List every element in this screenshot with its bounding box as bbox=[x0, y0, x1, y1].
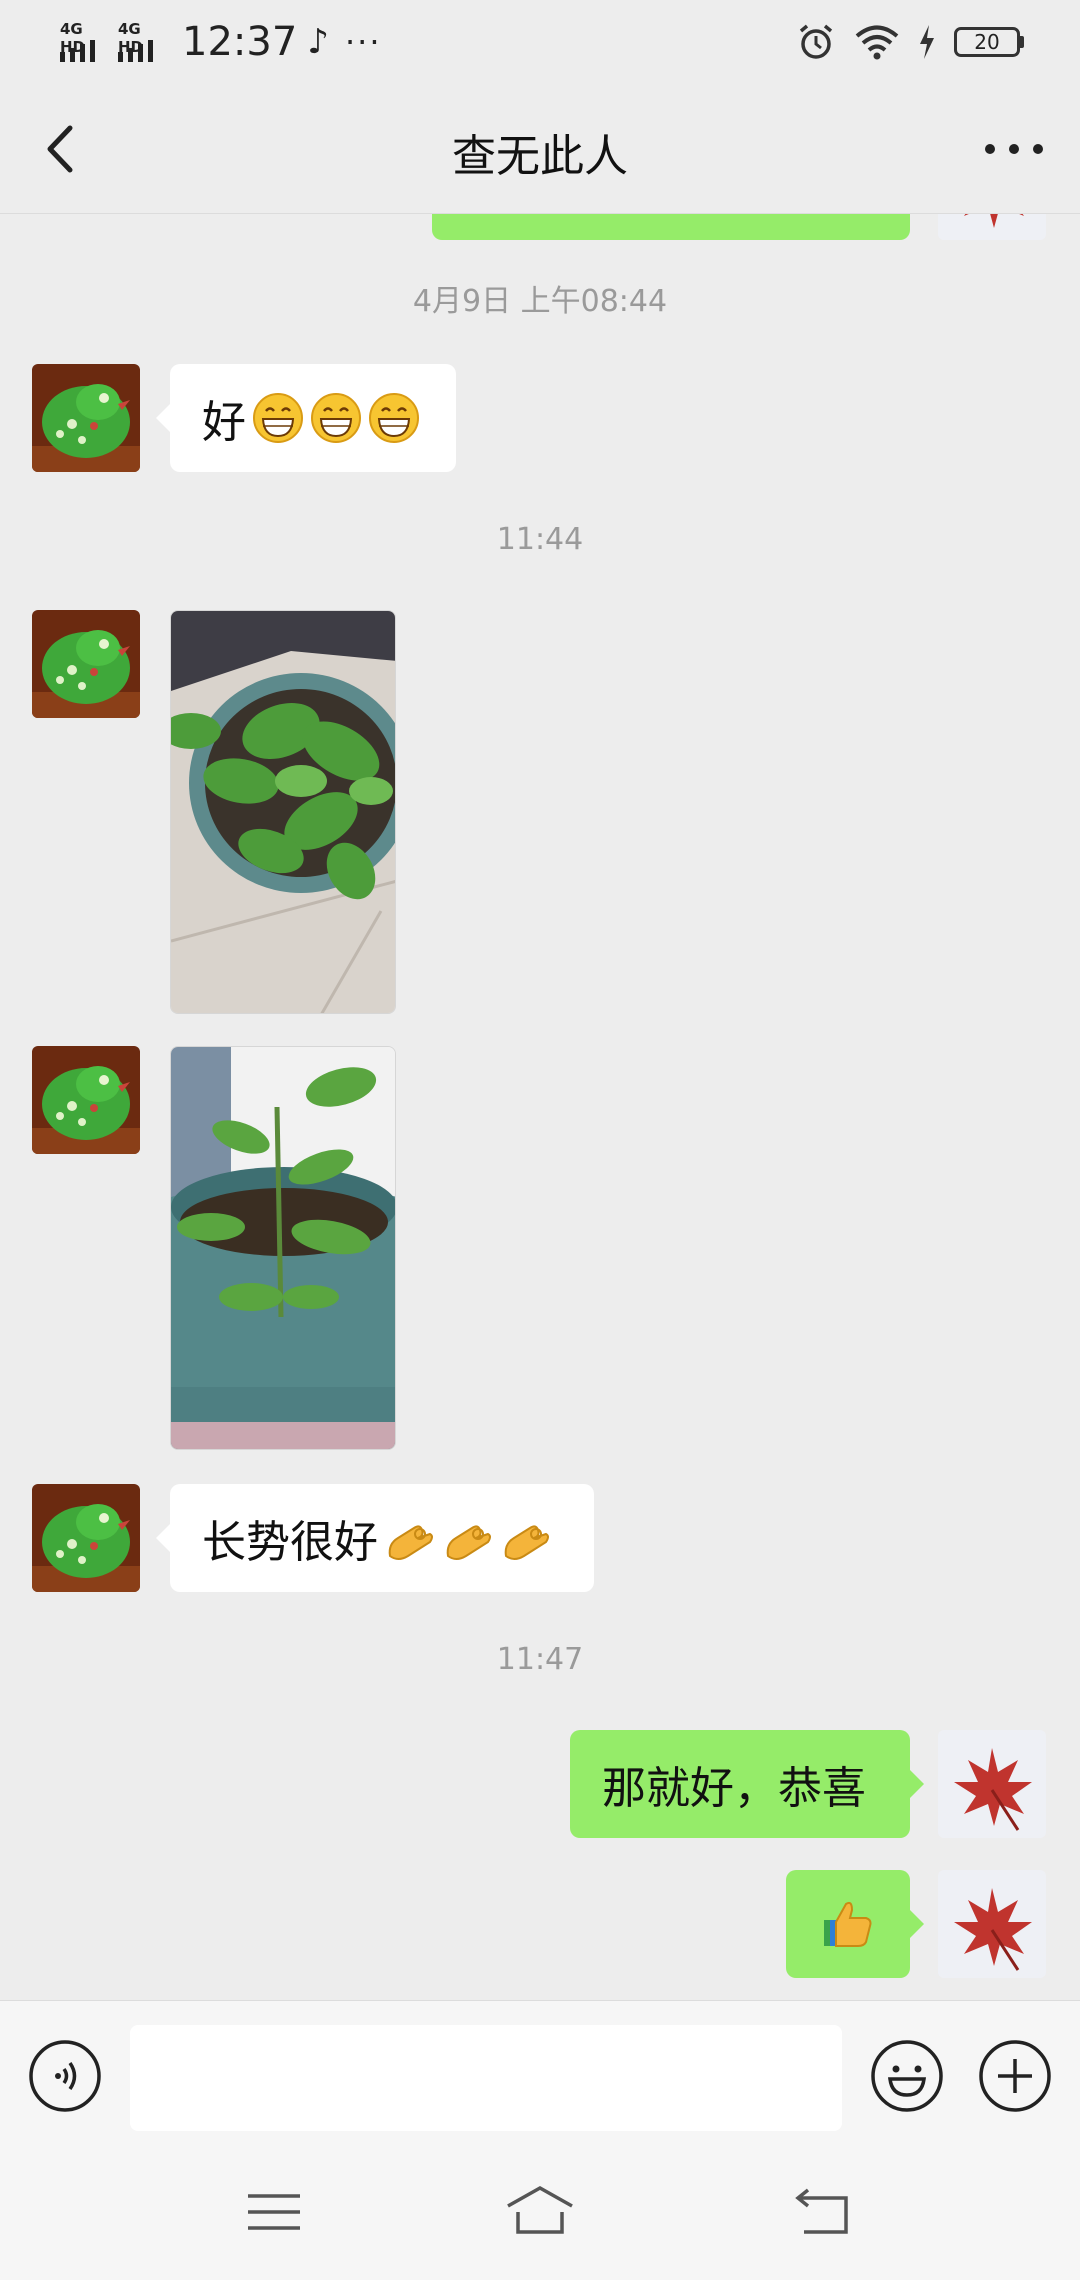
input-bar bbox=[0, 2000, 1080, 2146]
message-bubble-outgoing[interactable] bbox=[786, 1870, 924, 1978]
chat-area[interactable]: 4月9日 上午08:44 好 11:44 长势很好 11:47 那就好，恭喜 bbox=[0, 214, 1080, 2000]
tiktok-icon: ♪ bbox=[307, 22, 329, 62]
message-bubble-incoming[interactable]: 长势很好 bbox=[156, 1484, 594, 1592]
avatar-self[interactable] bbox=[938, 1730, 1046, 1838]
return-icon[interactable] bbox=[784, 2182, 864, 2242]
more-notifications-icon: ··· bbox=[344, 23, 382, 61]
avatar-contact[interactable] bbox=[32, 364, 140, 472]
avatar-contact[interactable] bbox=[32, 1046, 140, 1154]
message-text: 那就好，恭喜 bbox=[602, 1763, 866, 1814]
avatar-self[interactable] bbox=[938, 1870, 1046, 1978]
thumbs-up-emoji-icon bbox=[824, 1901, 872, 1947]
voice-icon[interactable] bbox=[28, 2039, 102, 2113]
signal-icon: 4G HD bbox=[116, 20, 168, 64]
status-bar: 4G HD 4G HD 12:37 ♪ ··· 20 bbox=[0, 0, 1080, 84]
menu-icon[interactable] bbox=[234, 2182, 314, 2242]
home-icon[interactable] bbox=[500, 2182, 580, 2242]
battery-icon: 20 bbox=[954, 27, 1024, 57]
emoji-icon[interactable] bbox=[870, 2039, 944, 2113]
wifi-icon bbox=[855, 25, 899, 60]
clock: 12:37 bbox=[182, 19, 298, 65]
ok-hand-emoji-icon bbox=[446, 1525, 491, 1560]
grin-emoji-icon bbox=[369, 393, 419, 443]
message-photo-plant-side-view[interactable] bbox=[170, 1046, 396, 1450]
system-navigation-bar bbox=[0, 2146, 1080, 2280]
timestamp: 11:47 bbox=[496, 1642, 584, 1677]
message-bubble-outgoing-partial[interactable] bbox=[432, 214, 910, 240]
chat-title: 查无此人 bbox=[452, 131, 628, 182]
message-input[interactable] bbox=[130, 2025, 842, 2131]
ok-hand-emoji-icon bbox=[504, 1525, 549, 1560]
more-icon[interactable] bbox=[974, 114, 1054, 184]
timestamp: 4月9日 上午08:44 bbox=[412, 284, 668, 319]
message-text: 长势很好 bbox=[202, 1517, 378, 1568]
avatar-contact[interactable] bbox=[32, 610, 140, 718]
message-text: 好 bbox=[202, 397, 246, 448]
avatar-self[interactable] bbox=[938, 214, 1046, 240]
message-bubble-outgoing[interactable]: 那就好，恭喜 bbox=[570, 1730, 924, 1838]
grin-emoji-icon bbox=[253, 393, 303, 443]
message-bubble-incoming[interactable]: 好 bbox=[156, 364, 456, 472]
plus-icon[interactable] bbox=[978, 2039, 1052, 2113]
signal-icon: 4G HD bbox=[58, 20, 110, 64]
charging-icon bbox=[920, 25, 934, 59]
battery-level: 20 bbox=[974, 30, 1000, 54]
timestamp: 11:44 bbox=[496, 522, 584, 557]
grin-emoji-icon bbox=[311, 393, 361, 443]
chat-header: 查无此人 bbox=[0, 84, 1080, 214]
message-photo-plant-top-view[interactable] bbox=[170, 610, 396, 1014]
avatar-contact[interactable] bbox=[32, 1484, 140, 1592]
alarm-icon bbox=[799, 24, 833, 59]
ok-hand-emoji-icon bbox=[388, 1525, 433, 1560]
